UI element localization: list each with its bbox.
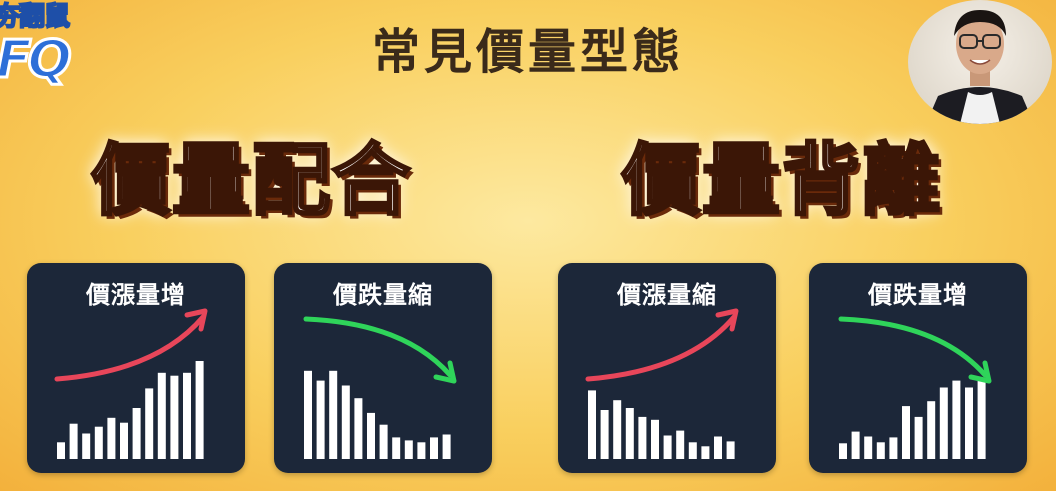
volume-bar bbox=[726, 441, 735, 459]
volume-bar bbox=[132, 408, 141, 459]
volume-bar bbox=[183, 372, 191, 459]
volume-bar bbox=[714, 436, 722, 459]
volume-bar bbox=[864, 436, 873, 459]
presenter-avatar bbox=[908, 0, 1052, 124]
volume-bar bbox=[170, 375, 179, 459]
volume-bar bbox=[316, 380, 325, 459]
panel-price-down-volume-down: 價跌量縮 bbox=[274, 263, 492, 473]
volume-bar bbox=[839, 443, 847, 459]
volume-bar bbox=[914, 416, 923, 459]
volume-bar bbox=[977, 378, 986, 459]
panel-price-up-volume-up: 價漲量增 bbox=[27, 263, 245, 473]
volume-bar bbox=[927, 401, 936, 459]
volume-bar bbox=[57, 442, 65, 459]
volume-bar bbox=[417, 442, 426, 459]
volume-bar bbox=[120, 422, 128, 459]
volume-bar bbox=[379, 424, 388, 459]
volume-bar bbox=[588, 390, 596, 459]
volume-bar bbox=[613, 400, 622, 459]
page-title: 常見價量型態 bbox=[371, 24, 684, 80]
volume-bar bbox=[876, 442, 885, 459]
volume-bar bbox=[341, 385, 350, 459]
panel-label: 價跌量縮 bbox=[333, 281, 433, 309]
trend-down-arrow bbox=[838, 316, 988, 378]
trend-down-arrow bbox=[303, 316, 453, 378]
volume-bar bbox=[902, 406, 910, 459]
volume-bar bbox=[354, 398, 363, 459]
volume-bar bbox=[939, 387, 948, 459]
volume-bar bbox=[851, 431, 860, 459]
volume-bar bbox=[965, 387, 973, 459]
section-title-divergence: 價量背離 bbox=[620, 135, 943, 228]
volume-bar bbox=[625, 408, 634, 459]
volume-bar bbox=[688, 442, 697, 459]
volume-bar bbox=[952, 380, 961, 459]
volume-bar bbox=[701, 446, 710, 459]
trend-up-arrow bbox=[585, 314, 737, 382]
volume-bar bbox=[82, 433, 91, 459]
presenter-photo bbox=[926, 10, 1034, 124]
volume-bar bbox=[195, 361, 204, 459]
volume-bar bbox=[145, 388, 154, 459]
panel-label: 價漲量增 bbox=[86, 281, 186, 309]
panel-label: 價跌量增 bbox=[868, 281, 968, 309]
panel-label: 價漲量縮 bbox=[617, 281, 717, 309]
volume-bar bbox=[367, 412, 375, 459]
volume-bar bbox=[638, 416, 647, 459]
volume-bar bbox=[663, 435, 672, 459]
volume-bar bbox=[304, 370, 312, 459]
volume-bar bbox=[157, 372, 166, 459]
volume-bar bbox=[404, 440, 413, 459]
volume-bar bbox=[676, 430, 685, 459]
volume-bar bbox=[889, 437, 898, 459]
panel-price-down-volume-up: 價跌量增 bbox=[809, 263, 1027, 473]
volume-bar bbox=[329, 370, 338, 459]
volume-bar bbox=[69, 423, 78, 459]
volume-bar bbox=[107, 417, 116, 459]
trend-up-arrow bbox=[54, 314, 206, 382]
volume-bar bbox=[651, 419, 659, 459]
volume-bar bbox=[392, 437, 401, 459]
volume-bar bbox=[600, 410, 609, 459]
volume-bar bbox=[442, 434, 451, 459]
volume-bar bbox=[430, 437, 438, 459]
volume-bar bbox=[94, 426, 103, 459]
panel-price-up-volume-down: 價漲量縮 bbox=[558, 263, 776, 473]
section-title-match: 價量配合 bbox=[90, 135, 413, 228]
